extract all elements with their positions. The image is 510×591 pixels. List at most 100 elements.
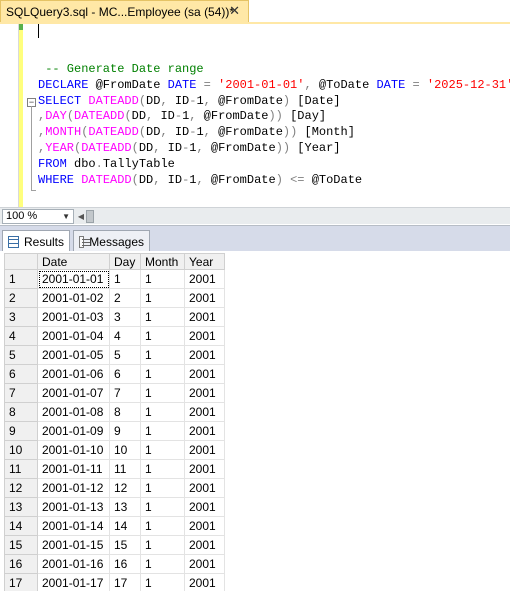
cell-day[interactable]: 2 xyxy=(109,288,141,308)
cell-day[interactable]: 8 xyxy=(109,402,141,422)
row-number-cell[interactable]: 8 xyxy=(4,402,38,422)
cell-month[interactable]: 1 xyxy=(140,459,185,479)
cell-day[interactable]: 7 xyxy=(109,383,141,403)
table-row[interactable]: 15 2001-01-15 15 1 2001 xyxy=(4,535,225,555)
table-row[interactable]: 11 2001-01-11 11 1 2001 xyxy=(4,459,225,479)
row-number-cell[interactable]: 9 xyxy=(4,421,38,441)
cell-month[interactable]: 1 xyxy=(140,288,185,308)
cell-year[interactable]: 2001 xyxy=(184,421,225,441)
cell-day[interactable]: 5 xyxy=(109,345,141,365)
cell-date[interactable]: 2001-01-14 xyxy=(37,516,110,536)
column-header-year[interactable]: Year xyxy=(184,253,225,270)
code-line[interactable]: ,MONTH(DATEADD(DD, ID-1, @FromDate)) [Mo… xyxy=(38,125,510,141)
table-row[interactable]: 17 2001-01-17 17 1 2001 xyxy=(4,573,225,591)
cell-date[interactable]: 2001-01-15 xyxy=(37,535,110,555)
code-line[interactable]: -- Generate Date range xyxy=(38,62,510,78)
horizontal-scrollbar-thumb[interactable] xyxy=(86,209,94,223)
cell-month[interactable]: 1 xyxy=(140,497,185,517)
cell-day[interactable]: 3 xyxy=(109,307,141,327)
sql-editor[interactable]: − -- Generate Date range DECLARE @FromDat… xyxy=(0,24,510,207)
row-number-cell[interactable]: 17 xyxy=(4,573,38,591)
cell-month[interactable]: 1 xyxy=(140,326,185,346)
table-row[interactable]: 1 2001-01-01 1 1 2001 xyxy=(4,269,225,289)
code-line[interactable]: ,YEAR(DATEADD(DD, ID-1, @FromDate)) [Yea… xyxy=(38,141,510,157)
row-number-cell[interactable]: 3 xyxy=(4,307,38,327)
cell-day[interactable]: 6 xyxy=(109,364,141,384)
column-header-day[interactable]: Day xyxy=(109,253,141,270)
cell-month[interactable]: 1 xyxy=(140,307,185,327)
query-tab[interactable]: SQLQuery3.sql - MC...Employee (sa (54))*… xyxy=(0,0,249,22)
table-row[interactable]: 7 2001-01-07 7 1 2001 xyxy=(4,383,225,403)
code-text[interactable]: -- Generate Date range DECLARE @FromDate … xyxy=(38,62,510,188)
cell-year[interactable]: 2001 xyxy=(184,383,225,403)
row-number-cell[interactable]: 2 xyxy=(4,288,38,308)
grid-corner-cell[interactable] xyxy=(4,253,38,270)
cell-year[interactable]: 2001 xyxy=(184,269,225,289)
tab-results[interactable]: Results xyxy=(2,230,70,252)
table-row[interactable]: 6 2001-01-06 6 1 2001 xyxy=(4,364,225,384)
cell-date[interactable]: 2001-01-07 xyxy=(37,383,110,403)
zoom-dropdown[interactable]: 100 % ▼ xyxy=(2,208,74,224)
cell-date[interactable]: 2001-01-17 xyxy=(37,573,110,591)
cell-month[interactable]: 1 xyxy=(140,554,185,574)
results-grid[interactable]: Date Day Month Year 1 2001-01-01 1 1 2001 2 20… xyxy=(4,253,225,591)
cell-day[interactable]: 10 xyxy=(109,440,141,460)
cell-day[interactable]: 17 xyxy=(109,573,141,591)
cell-month[interactable]: 1 xyxy=(140,516,185,536)
row-number-cell[interactable]: 11 xyxy=(4,459,38,479)
column-header-date[interactable]: Date xyxy=(37,253,110,270)
cell-date[interactable]: 2001-01-08 xyxy=(37,402,110,422)
row-number-cell[interactable]: 13 xyxy=(4,497,38,517)
cell-year[interactable]: 2001 xyxy=(184,440,225,460)
row-number-cell[interactable]: 14 xyxy=(4,516,38,536)
cell-date[interactable]: 2001-01-03 xyxy=(37,307,110,327)
cell-day[interactable]: 1 xyxy=(109,269,141,289)
table-row[interactable]: 2 2001-01-02 2 1 2001 xyxy=(4,288,225,308)
cell-year[interactable]: 2001 xyxy=(184,516,225,536)
cell-year[interactable]: 2001 xyxy=(184,459,225,479)
cell-day[interactable]: 12 xyxy=(109,478,141,498)
cell-month[interactable]: 1 xyxy=(140,573,185,591)
code-line[interactable]: WHERE DATEADD(DD, ID-1, @FromDate) <= @T… xyxy=(38,173,510,189)
cell-month[interactable]: 1 xyxy=(140,421,185,441)
cell-date[interactable]: 2001-01-01 xyxy=(37,269,110,289)
cell-day[interactable]: 16 xyxy=(109,554,141,574)
cell-date[interactable]: 2001-01-10 xyxy=(37,440,110,460)
cell-date[interactable]: 2001-01-13 xyxy=(37,497,110,517)
close-icon[interactable]: ✕ xyxy=(229,4,240,18)
cell-day[interactable]: 14 xyxy=(109,516,141,536)
tab-messages[interactable]: Messages xyxy=(73,230,150,252)
cell-date[interactable]: 2001-01-16 xyxy=(37,554,110,574)
horizontal-scrollbar-track[interactable] xyxy=(94,209,510,223)
table-row[interactable]: 3 2001-01-03 3 1 2001 xyxy=(4,307,225,327)
row-number-cell[interactable]: 6 xyxy=(4,364,38,384)
cell-day[interactable]: 4 xyxy=(109,326,141,346)
cell-month[interactable]: 1 xyxy=(140,402,185,422)
table-row[interactable]: 16 2001-01-16 16 1 2001 xyxy=(4,554,225,574)
code-line[interactable]: DECLARE @FromDate DATE = '2001-01-01', @… xyxy=(38,78,510,94)
cell-date[interactable]: 2001-01-11 xyxy=(37,459,110,479)
table-row[interactable]: 8 2001-01-08 8 1 2001 xyxy=(4,402,225,422)
row-number-cell[interactable]: 15 xyxy=(4,535,38,555)
cell-year[interactable]: 2001 xyxy=(184,307,225,327)
cell-year[interactable]: 2001 xyxy=(184,554,225,574)
table-row[interactable]: 9 2001-01-09 9 1 2001 xyxy=(4,421,225,441)
cell-year[interactable]: 2001 xyxy=(184,345,225,365)
table-row[interactable]: 4 2001-01-04 4 1 2001 xyxy=(4,326,225,346)
row-number-cell[interactable]: 5 xyxy=(4,345,38,365)
row-number-cell[interactable]: 10 xyxy=(4,440,38,460)
code-line[interactable]: SELECT DATEADD(DD, ID-1, @FromDate) [Dat… xyxy=(38,94,510,110)
cell-date[interactable]: 2001-01-05 xyxy=(37,345,110,365)
cell-month[interactable]: 1 xyxy=(140,440,185,460)
row-number-cell[interactable]: 16 xyxy=(4,554,38,574)
code-line[interactable]: FROM dbo.TallyTable xyxy=(38,157,510,173)
row-number-cell[interactable]: 12 xyxy=(4,478,38,498)
cell-date[interactable]: 2001-01-06 xyxy=(37,364,110,384)
cell-day[interactable]: 13 xyxy=(109,497,141,517)
cell-date[interactable]: 2001-01-04 xyxy=(37,326,110,346)
cell-year[interactable]: 2001 xyxy=(184,497,225,517)
cell-month[interactable]: 1 xyxy=(140,364,185,384)
table-row[interactable]: 14 2001-01-14 14 1 2001 xyxy=(4,516,225,536)
scroll-left-icon[interactable]: ◀ xyxy=(76,210,86,223)
row-number-cell[interactable]: 4 xyxy=(4,326,38,346)
